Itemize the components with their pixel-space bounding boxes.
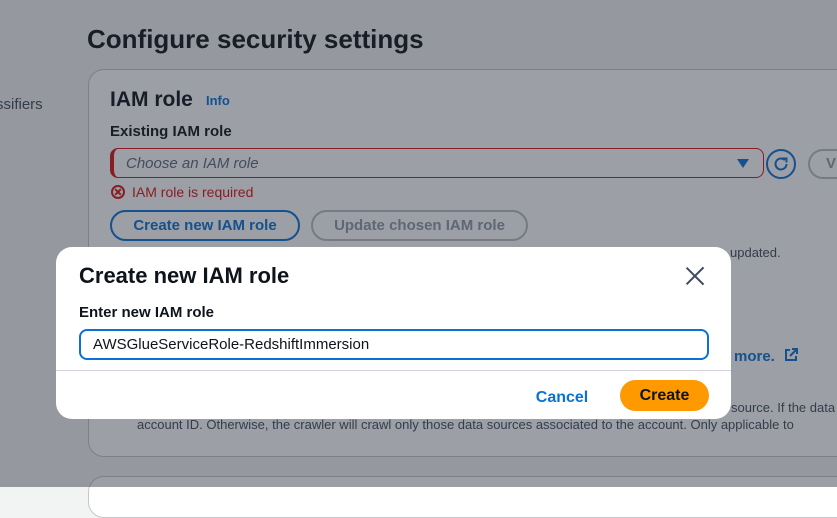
cancel-button[interactable]: Cancel — [526, 383, 598, 413]
modal-divider — [56, 370, 731, 371]
create-button[interactable]: Create — [620, 380, 709, 411]
create-iam-role-modal: Create new IAM role Enter new IAM role C… — [56, 247, 731, 419]
iam-role-input[interactable] — [79, 329, 709, 360]
close-icon[interactable] — [683, 264, 707, 288]
iam-role-input-label: Enter new IAM role — [79, 304, 215, 321]
modal-title: Create new IAM role — [79, 263, 290, 288]
